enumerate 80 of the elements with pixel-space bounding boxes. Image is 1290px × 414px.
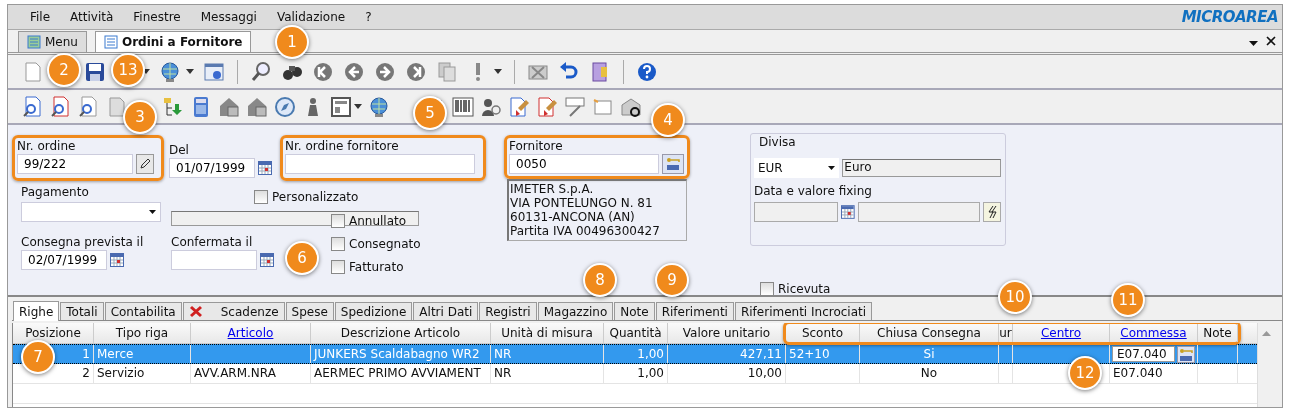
callout-badge: 3 [123,100,157,134]
table-cell: Servizio [97,366,145,380]
field-label: Nr. ordine fornitore [285,139,400,153]
checkbox-label: Annullato [349,213,407,228]
callout-badge: 4 [651,103,685,137]
table-cell: 1,00 [637,347,664,361]
menu-item[interactable]: Finestre [123,10,191,24]
table-cell: E07.040 [1113,366,1163,380]
checkbox-label: Personalizzato [272,189,359,204]
supplier-address: IMETER S.p.A. VIA PONTELUNGO N. 81 60131-ANCONA (AN) Partita IVA 00496300427 [507,179,687,241]
table-cell: Si [923,347,935,361]
table-cell: 1,00 [637,366,664,380]
column-header[interactable]: Note [1198,324,1238,342]
column-header[interactable]: Articolo [191,323,311,343]
checkbox-label: Consegnato [349,236,421,251]
table-cell: AERMEC PRIMO AVVIAMENT [314,366,481,380]
column-header[interactable]: Quantità [604,323,668,343]
column-header[interactable]: ur [999,324,1013,342]
column-header[interactable]: Commessa [1110,324,1198,342]
table-cell: NR [494,366,512,380]
callout-badge: 11 [1111,283,1145,317]
field-label: Fornitore [509,139,564,153]
callout-badge: 10 [998,280,1032,314]
field-label: Nr. ordine [17,139,77,153]
date-field[interactable]: 02/07/1999 [21,250,107,270]
tab[interactable]: Scadenze [182,302,285,320]
checkbox-label: Fatturato [349,259,404,274]
table-cell: AVV.ARM.NRA [194,366,276,380]
tab[interactable]: Contabilita [104,302,182,320]
tab[interactable]: Totali [60,302,104,320]
table-cell: 2 [82,366,90,380]
tab[interactable]: Riferimenti [655,302,734,320]
field-label: Confermata il [171,235,254,249]
table-cell: JUNKERS Scaldabagno WR2 [314,347,480,361]
tab[interactable]: Magazzino [537,302,614,320]
tab[interactable]: Righe [13,301,60,321]
document-tab[interactable]: Ordini a Fornitore [94,31,252,52]
document-tab[interactable]: Menu [18,31,87,52]
field-label: Del [169,143,190,157]
menu-item[interactable]: Validazione [266,10,356,24]
tab[interactable]: Note [614,302,655,320]
table-cell: Merce [97,347,134,361]
tab[interactable]: Riferimenti Incrociati [734,302,873,320]
column-header[interactable]: Unità di misura [491,323,604,343]
tab[interactable]: Spese [285,302,334,320]
table-cell: 10,00 [747,366,782,380]
group-title: Divisa [759,135,796,149]
field-label: Pagamento [21,185,90,199]
supplier-field[interactable]: 0050 [509,154,659,174]
table-cell: 52+10 [789,347,830,361]
menu-item[interactable]: File [20,10,61,24]
column-header[interactable]: Chiusa Consegna [860,324,999,342]
table-cell: 1 [82,347,90,361]
order-number-field[interactable]: 99/222 [17,154,133,174]
callout-badge: 13 [111,53,145,87]
table-cell: 427,11 [740,347,782,361]
tab[interactable]: Altri Dati [413,302,479,320]
callout-badge: 5 [413,96,447,130]
callout-badge: 2 [47,53,81,87]
field-label: Data e valore fixing [754,184,873,198]
currency-dropdown[interactable]: EUR [754,158,840,178]
menu-item[interactable]: Messaggi [190,10,267,24]
column-header[interactable]: Tipo riga [94,323,191,343]
tab[interactable]: Registri [479,302,537,320]
tab[interactable]: Spedizione [334,302,413,320]
menu-item[interactable]: Attività [60,10,124,24]
checkbox-label: Ricevuta [778,281,831,296]
job-field[interactable]: E07.040 [1112,346,1175,362]
date-field[interactable]: 01/07/1999 [169,158,255,178]
currency-name-field: Euro [842,159,1001,177]
brand-logo: MICROAREA [1181,8,1278,26]
column-header[interactable]: Descrizione Articolo [311,323,491,343]
menu-item[interactable]: ? [355,10,382,24]
table-cell: NR [494,347,512,361]
column-header[interactable]: Sconto [786,324,860,342]
column-header[interactable]: Valore unitario [668,323,786,343]
field-label: Consegna prevista il [21,235,145,249]
callout-badge: 1 [275,25,309,59]
table-cell: No [920,366,938,380]
column-header[interactable]: Centro [1013,324,1110,342]
